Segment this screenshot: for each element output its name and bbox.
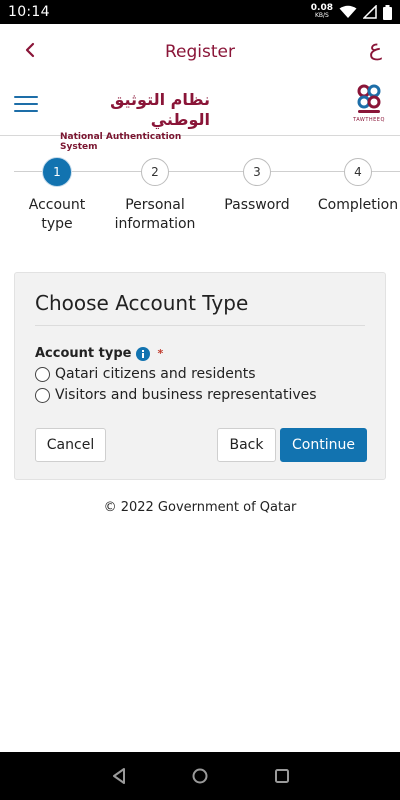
step-account-type: 1 Account type xyxy=(7,158,107,234)
radio-label: Visitors and business representatives xyxy=(55,387,317,403)
network-speed: 0.08 KB/S xyxy=(311,4,333,20)
tawtheeq-emblem-icon xyxy=(357,84,381,113)
account-type-card: Choose Account Type Account type * Qatar… xyxy=(14,272,386,480)
radio-label: Qatari citizens and residents xyxy=(55,366,256,382)
app-bar: Register ع xyxy=(0,24,400,80)
status-indicators: 0.08 KB/S xyxy=(311,4,392,20)
card-actions: Cancel Back Continue xyxy=(35,428,367,462)
language-toggle-button[interactable]: ع xyxy=(369,36,382,61)
nav-back-icon[interactable] xyxy=(111,768,127,784)
cancel-button[interactable]: Cancel xyxy=(35,428,106,462)
copyright-footer: © 2022 Government of Qatar xyxy=(103,500,297,515)
back-step-button[interactable]: Back xyxy=(217,428,276,462)
info-icon[interactable] xyxy=(136,346,151,361)
radio-option-visitors[interactable]: Visitors and business representatives xyxy=(35,387,365,403)
step-label: Completion xyxy=(317,197,399,213)
step-number: 2 xyxy=(141,158,169,186)
system-navigation-bar xyxy=(0,752,400,800)
status-bar: 10:14 0.08 KB/S xyxy=(0,0,400,24)
account-type-field-label: Account type * xyxy=(35,346,365,361)
step-completion: 4 Completion xyxy=(308,158,400,215)
back-button[interactable] xyxy=(18,40,42,64)
required-mark: * xyxy=(157,347,164,360)
nas-arabic-title: نظام التوثيق الوطني xyxy=(110,90,210,129)
signal-icon xyxy=(363,5,377,19)
network-speed-unit: KB/S xyxy=(314,12,329,19)
step-personal-information: 2 Personal information xyxy=(105,158,205,234)
chevron-left-icon xyxy=(24,42,36,62)
step-password: 3 Password xyxy=(207,158,307,215)
field-label-text: Account type xyxy=(35,346,132,361)
step-label: Personal information xyxy=(114,197,196,232)
logo-header: نظام التوثيق الوطني National Authenticat… xyxy=(0,80,400,152)
step-number: 1 xyxy=(43,158,71,186)
tawtheeq-label: TAWTHEEQ xyxy=(353,117,385,123)
step-label: Account type xyxy=(28,197,86,232)
step-number: 3 xyxy=(243,158,271,186)
page-title: Register xyxy=(165,42,235,62)
nav-recents-icon[interactable] xyxy=(274,768,290,784)
step-label: Password xyxy=(224,197,290,213)
radio-button[interactable] xyxy=(35,387,50,403)
status-time: 10:14 xyxy=(8,4,50,20)
nav-home-icon[interactable] xyxy=(192,768,208,784)
nas-logo: نظام التوثيق الوطني National Authenticat… xyxy=(60,90,210,152)
network-speed-value: 0.08 xyxy=(310,3,333,13)
hamburger-menu-icon[interactable] xyxy=(14,96,38,116)
radio-option-citizens[interactable]: Qatari citizens and residents xyxy=(35,366,365,382)
wifi-icon xyxy=(339,5,357,19)
step-number: 4 xyxy=(344,158,372,186)
registration-stepper: 1 Account type 2 Personal information 3 … xyxy=(0,150,400,240)
continue-button[interactable]: Continue xyxy=(280,428,367,462)
nas-english-title: National Authentication System xyxy=(60,132,182,152)
card-title: Choose Account Type xyxy=(35,291,365,326)
battery-icon xyxy=(383,4,392,20)
tawtheeq-logo: TAWTHEEQ xyxy=(352,84,386,132)
radio-button[interactable] xyxy=(35,366,50,382)
